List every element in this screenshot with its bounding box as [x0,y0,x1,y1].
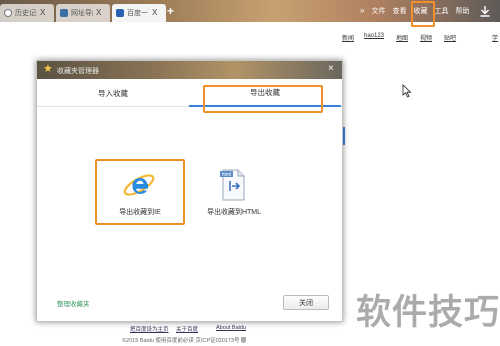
browser-tab-history[interactable]: 历史记录 X [0,4,54,22]
dialog-header: ★ 收藏夹管理器 × [37,61,342,79]
watermark: 软件技巧 [356,293,500,333]
page-tab-icon [60,9,68,17]
tab-import-favorites[interactable]: 导入收藏 [37,79,189,107]
shield-icon [241,337,247,343]
menu-overflow-chevron-icon[interactable]: » [360,6,364,16]
close-icon[interactable]: X [152,9,157,17]
menu-tools[interactable]: 工具 [434,6,448,16]
tab-title: 历史记录 [15,10,37,17]
tab-title: 百度一下 [127,10,149,17]
baidu-top-links: 新闻 hao123 地图 视频 贴吧 学 [340,33,500,43]
close-button[interactable]: 关闭 [283,295,329,310]
link-set-homepage[interactable]: 把百度设为主页 [130,325,169,333]
link-hao123[interactable]: hao123 [364,33,384,39]
baidu-tab-icon [116,9,124,17]
menu-help[interactable]: 帮助 [455,6,469,16]
link-video[interactable]: 视频 [420,33,432,42]
link-about-baidu[interactable]: 关于百度 [176,325,198,333]
menu-file[interactable]: 文件 [371,6,385,16]
star-icon: ★ [43,63,53,75]
export-tab-highlight [203,85,323,113]
link-news[interactable]: 新闻 [342,33,354,42]
menu-view[interactable]: 查看 [392,6,406,16]
link-academic[interactable]: 学 [492,33,498,42]
tab-title: 网址导航 [71,10,93,17]
browser-tab-nav[interactable]: 网址导航 X [56,4,110,22]
export-to-html-option[interactable]: html 导出收藏到HTML [189,161,279,227]
link-about-baidu-en[interactable]: About Baidu [216,325,246,331]
browser-tab-baidu[interactable]: 百度一下 X [112,4,166,22]
new-tab-button[interactable]: + [167,5,174,17]
ie-option-highlight [95,159,185,225]
organize-favorites-link[interactable]: 整理收藏夹 [57,298,90,308]
mouse-cursor-icon [402,84,412,98]
dialog-title: 收藏夹管理器 [57,68,99,75]
footer-links: 把百度设为主页 关于百度 About Baidu [130,325,260,333]
copyright-text: ©2015 Baidu 使用百度前必读 京ICP证030173号 [122,338,240,344]
export-to-html-label: 导出收藏到HTML [206,209,262,216]
html-file-icon: html [220,169,245,201]
html-badge-text: html [222,172,231,178]
close-icon[interactable]: × [328,64,334,74]
link-map[interactable]: 地图 [396,33,408,42]
close-icon[interactable]: X [40,9,45,17]
close-icon[interactable]: X [96,9,101,17]
download-icon[interactable] [478,4,492,18]
favorites-manager-dialog: ★ 收藏夹管理器 × 导入收藏 导出收藏 导出收藏到IE html 导出收藏到H… [36,60,343,322]
footer-copyright: ©2015 Baidu 使用百度前必读 京ICP证030173号 [122,336,247,344]
link-tieba[interactable]: 贴吧 [444,33,456,42]
history-tab-icon [4,9,12,17]
favorites-menu-highlight [411,1,435,27]
